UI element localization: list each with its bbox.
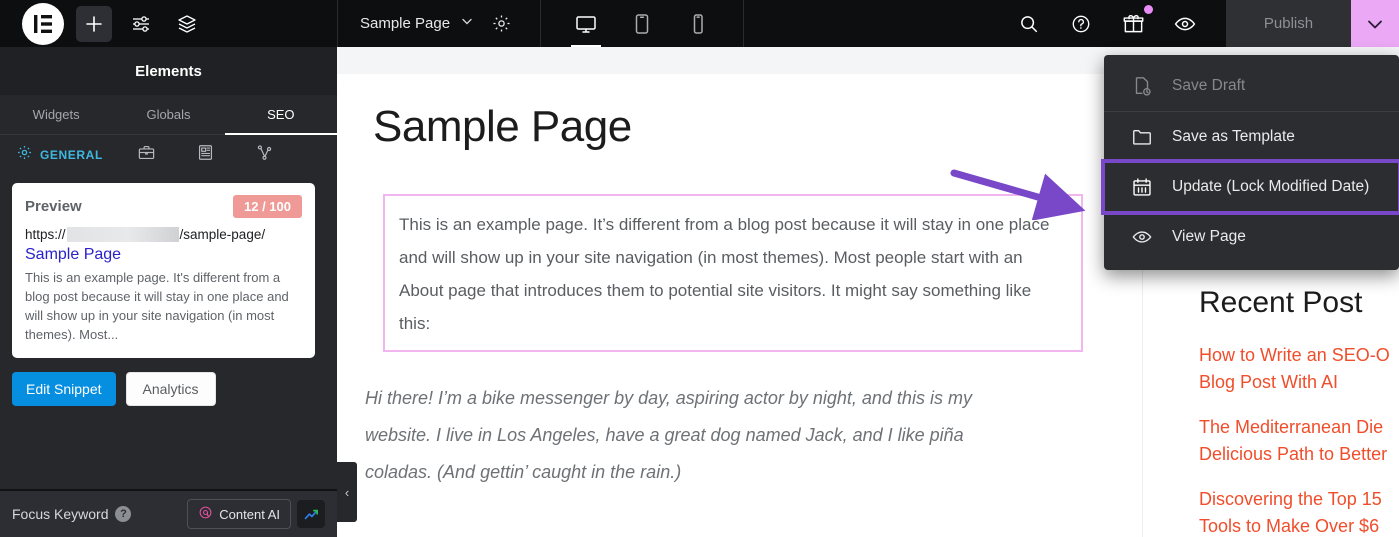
preview-eye-icon[interactable]	[1168, 7, 1202, 41]
topbar-left-group	[0, 0, 337, 47]
list-item[interactable]: The Mediterranean Die	[1199, 414, 1399, 441]
sidebar-collapse-handle[interactable]: ‹	[337, 462, 357, 522]
settings-sliders-icon[interactable]	[124, 7, 158, 41]
seo-score-badge: 12 / 100	[233, 195, 302, 218]
preview-label: Preview	[25, 198, 82, 215]
publish-options-dropdown: Save Draft Save as Template Update (Lock…	[1101, 55, 1399, 270]
gift-promotion-icon[interactable]	[1116, 4, 1153, 41]
folder-icon	[1130, 126, 1154, 148]
save-draft-icon	[1130, 75, 1154, 97]
trends-chart-button[interactable]	[297, 500, 325, 528]
focus-keyword-label: Focus Keyword	[12, 506, 109, 522]
preview-url: https:// /sample-page/	[25, 227, 302, 242]
menu-item-update-label: Update (Lock Modified Date)	[1172, 178, 1370, 195]
tab-seo[interactable]: SEO	[224, 95, 338, 135]
topbar-right-group: Publish	[988, 0, 1399, 47]
help-icon[interactable]	[1064, 7, 1098, 41]
menu-item-view-page[interactable]: View Page	[1104, 212, 1399, 262]
topbar-divider-3	[743, 0, 745, 47]
intro-paragraph: This is an example page. It’s different …	[399, 215, 1050, 333]
recent-posts-title: Recent Post	[1199, 286, 1363, 319]
list-item[interactable]: How to Write an SEO-O	[1199, 342, 1399, 369]
help-question-icon[interactable]: ?	[115, 506, 132, 522]
edit-snippet-button[interactable]: Edit Snippet	[12, 372, 116, 406]
focus-keyword-label-group: Focus Keyword ?	[12, 506, 132, 522]
list-item[interactable]: Discovering the Top 15	[1199, 486, 1399, 513]
calendar-icon	[1130, 176, 1154, 198]
content-ai-icon	[198, 505, 213, 523]
publish-options-toggle[interactable]	[1351, 0, 1399, 47]
menu-item-update-lock-modified-date[interactable]: Update (Lock Modified Date)	[1101, 159, 1399, 215]
selected-text-widget[interactable]: This is an example page. It’s different …	[383, 194, 1083, 352]
preview-link-title[interactable]: Sample Page	[25, 246, 302, 264]
responsive-device-switcher	[541, 0, 743, 47]
subtab-general-label: GENERAL	[40, 148, 103, 162]
elementor-logo-icon[interactable]	[22, 2, 64, 45]
page-content-column: Sample Page This is an example page. It’…	[337, 74, 1142, 491]
briefcase-icon	[137, 143, 156, 167]
sidebar-header-title: Elements	[0, 47, 337, 95]
schema-article-icon	[196, 143, 215, 167]
subtab-social[interactable]	[117, 143, 176, 167]
chevron-down-icon[interactable]	[460, 14, 474, 33]
device-tablet-button[interactable]	[623, 0, 661, 47]
gear-icon	[16, 144, 33, 166]
redacted-domain	[66, 227, 179, 242]
list-item[interactable]: Delicious Path to Better	[1199, 441, 1399, 468]
subtab-schema[interactable]	[176, 143, 235, 167]
focus-keyword-actions: Content AI	[187, 499, 325, 529]
focus-keyword-bar: Focus Keyword ? Content AI	[0, 489, 337, 537]
current-page-name[interactable]: Sample Page	[360, 15, 450, 32]
menu-item-save-draft-label: Save Draft	[1172, 77, 1246, 94]
subtab-social-share[interactable]	[235, 143, 294, 167]
menu-item-save-as-template[interactable]: Save as Template	[1104, 112, 1399, 162]
menu-item-save-as-template-label: Save as Template	[1172, 128, 1295, 145]
device-desktop-button[interactable]	[567, 0, 605, 47]
page-settings-gear-icon[interactable]	[484, 7, 518, 41]
preview-url-prefix: https://	[25, 227, 66, 242]
list-item[interactable]: Tools to Make Over $6	[1199, 513, 1399, 537]
elementor-editor-window: Sample Page Publish Elements Widgets Glo…	[0, 0, 1399, 537]
tab-widgets[interactable]: Widgets	[0, 95, 112, 134]
menu-item-view-page-label: View Page	[1172, 228, 1246, 245]
page-title: Sample Page	[373, 102, 632, 151]
seo-preview-card: Preview 12 / 100 https:// /sample-page/ …	[12, 183, 315, 358]
recent-posts-list: How to Write an SEO-O Blog Post With AI …	[1199, 342, 1399, 537]
preview-description: This is an example page. It's different …	[25, 270, 289, 342]
search-icon[interactable]	[1012, 7, 1046, 41]
editor-topbar: Sample Page Publish	[0, 0, 1399, 47]
preview-url-suffix: /sample-page/	[179, 227, 266, 242]
content-ai-button[interactable]: Content AI	[187, 499, 291, 529]
layers-navigator-icon[interactable]	[170, 7, 204, 41]
tab-globals[interactable]: Globals	[112, 95, 224, 134]
page-selector-group: Sample Page	[338, 0, 540, 47]
eye-icon	[1130, 226, 1154, 248]
publish-button[interactable]: Publish	[1226, 0, 1351, 47]
topbar-action-icons	[988, 0, 1226, 47]
subtab-general[interactable]: GENERAL	[16, 144, 117, 166]
device-mobile-button[interactable]	[679, 0, 717, 47]
rail-inner: Recent Post How to Write an SEO-O Blog P…	[1143, 286, 1399, 537]
quote-paragraph: Hi there! I’m a bike messenger by day, a…	[365, 388, 972, 482]
add-element-button[interactable]	[76, 5, 112, 42]
seo-subtabs: GENERAL	[0, 135, 337, 175]
preview-card-header: Preview 12 / 100	[25, 195, 302, 218]
list-item[interactable]: Blog Post With AI	[1199, 369, 1399, 396]
content-ai-label: Content AI	[219, 506, 280, 522]
sidebar-tabs: Widgets Globals SEO	[0, 95, 338, 135]
social-share-icon	[255, 143, 274, 167]
analytics-button[interactable]: Analytics	[125, 372, 216, 406]
elements-sidebar: Elements Widgets Globals SEO GENERAL Pre…	[0, 47, 338, 537]
menu-item-save-draft[interactable]: Save Draft	[1104, 61, 1399, 111]
gift-notification-badge	[1144, 4, 1153, 14]
seo-action-buttons: Edit Snippet Analytics	[0, 358, 337, 406]
